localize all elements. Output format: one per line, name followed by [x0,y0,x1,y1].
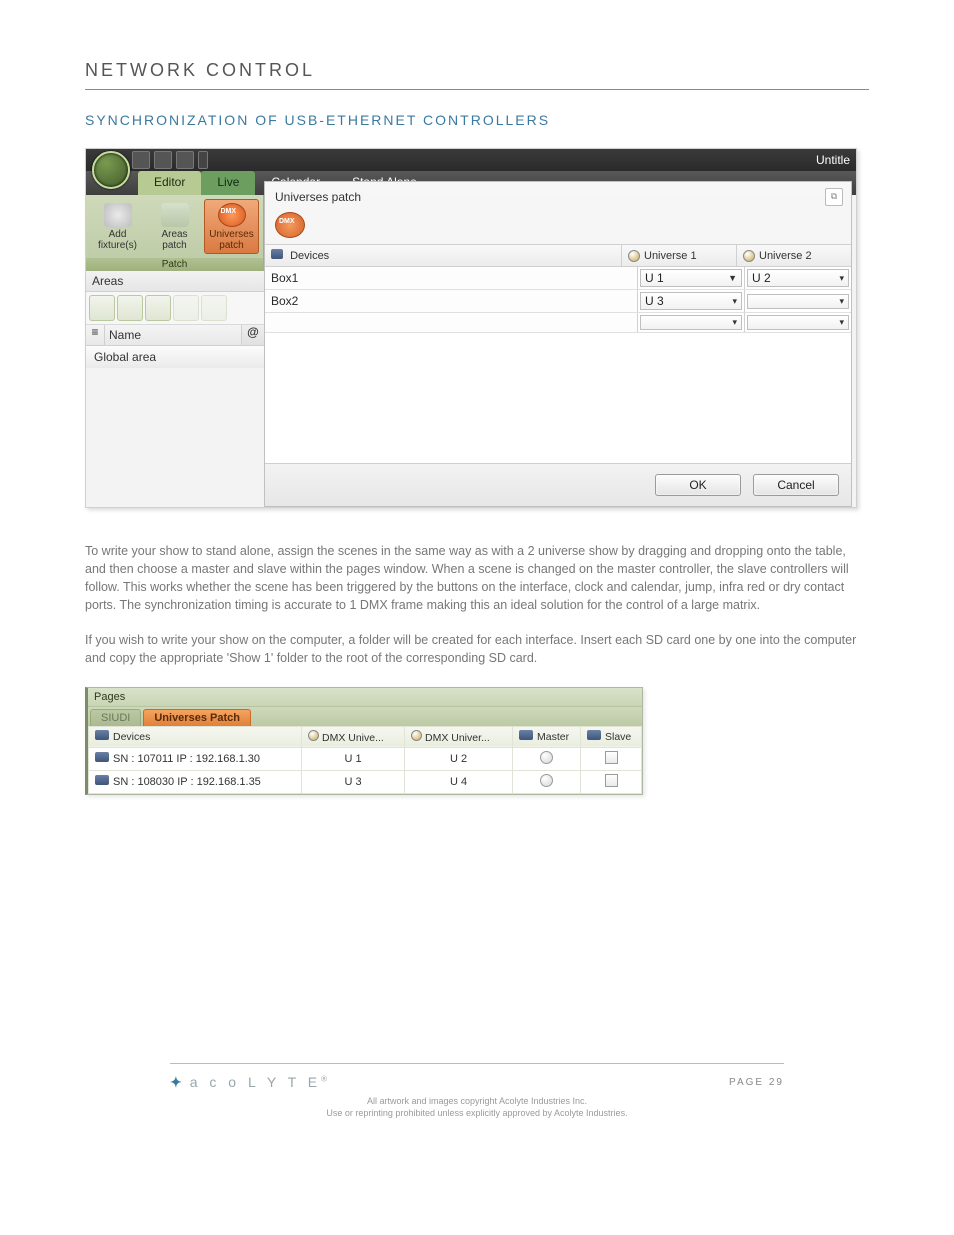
universe-select[interactable]: ▾ [747,315,849,330]
pages-panel-header: Pages [88,688,642,707]
master-radio[interactable] [540,751,553,764]
page-number: PAGE 29 [729,1077,784,1088]
qat-button[interactable] [176,151,194,169]
universes-patch-dialog: Universes patch ⧉ Devices Universe 1 Uni… [264,181,852,507]
dmx-icon [218,203,246,227]
chevron-down-icon: ▼ [728,273,737,283]
dmx-cell: U 3 [302,770,405,793]
universe-icon [628,250,640,262]
universe2-column-header: Universe 2 [759,250,812,262]
dmx-cell: U 4 [405,770,513,793]
areas-down-button[interactable] [201,295,227,321]
qat-button[interactable] [132,151,150,169]
universe-icon [308,730,319,741]
universe-icon [411,730,422,741]
section-title: SYNCHRONIZATION OF USB-ETHERNET CONTROLL… [85,112,869,128]
footer-rule [170,1063,784,1064]
chevron-down-icon: ▾ [732,296,737,307]
areas-panel-header: Areas [86,271,264,292]
slave-checkbox[interactable] [605,774,618,787]
areas-patch-label: Areas patch [161,229,187,251]
window-title: Untitle [816,153,850,167]
master-column-header: Master [537,731,569,743]
chevron-down-icon: ▾ [732,317,737,328]
dmx2-column-header: DMX Univer... [425,732,490,744]
copyright-line: All artwork and images copyright Acolyte… [170,1095,784,1108]
table-row[interactable]: SN : 107011 IP : 192.168.1.30 [89,747,302,770]
universe-select[interactable]: ▾ [747,294,849,309]
universe-icon [743,250,755,262]
qat-button[interactable] [154,151,172,169]
list-icon: ≡ [86,325,105,345]
device-label: SN : 108030 IP : 192.168.1.35 [113,776,261,788]
device-cell: Box1 [265,267,638,289]
areas-patch-icon [161,203,189,227]
master-icon [519,730,533,740]
add-fixtures-label: Add fixture(s) [98,229,137,251]
name-column-header: Name [105,325,241,345]
brand-logo: ✦a c o L Y T E® [170,1074,331,1091]
page-heading: NETWORK CONTROL [85,60,869,81]
ribbon-group-label: Patch [86,258,263,271]
device-icon [95,752,109,762]
universe-select[interactable]: ▾ [640,315,742,330]
universes-patch-label: Universes patch [209,229,253,251]
dmx1-column-header: DMX Unive... [322,732,384,744]
slave-column-header: Slave [605,731,631,743]
copyright-line: Use or reprinting prohibited unless expl… [170,1107,784,1120]
areas-tool-button[interactable] [89,295,115,321]
chevron-down-icon: ▾ [839,273,844,284]
at-column-header: @ [241,325,264,345]
body-paragraph: If you wish to write your show on the co… [85,631,869,667]
tab-siudi[interactable]: SIUDI [90,709,141,726]
tab-live[interactable]: Live [201,171,255,195]
tab-universes-patch[interactable]: Universes Patch [143,709,251,726]
universes-patch-button[interactable]: Universes patch [204,199,259,254]
slave-checkbox[interactable] [605,751,618,764]
areas-tool-button[interactable] [145,295,171,321]
screenshot-pages-panel: Pages SIUDI Universes Patch Devices DMX … [85,687,643,795]
device-label: SN : 107011 IP : 192.168.1.30 [113,753,260,765]
areas-up-button[interactable] [173,295,199,321]
global-area-row[interactable]: Global area [86,346,264,368]
app-orb-button[interactable] [92,151,130,189]
chevron-down-icon: ▾ [839,296,844,307]
quick-access-toolbar [132,151,208,169]
gear-plus-icon [104,203,132,227]
dmx-cell: U 1 [302,747,405,770]
slave-icon [587,730,601,740]
universe-select[interactable]: U 3▾ [640,292,742,310]
device-cell: Box2 [265,290,638,312]
add-fixtures-button[interactable]: Add fixture(s) [90,199,145,254]
device-icon [271,249,283,259]
dmx-cell: U 2 [405,747,513,770]
device-icon [95,730,109,740]
universe1-column-header: Universe 1 [644,250,697,262]
cancel-button[interactable]: Cancel [753,474,839,496]
device-cell [265,313,638,332]
universe-select[interactable]: U 2▾ [747,269,849,287]
chevron-down-icon: ▾ [839,317,844,328]
qat-dropdown[interactable] [198,151,208,169]
device-icon [95,775,109,785]
dialog-title: Universes patch [275,190,361,204]
devices-column-header: Devices [290,250,329,262]
dmx-icon [275,212,305,238]
ok-button[interactable]: OK [655,474,741,496]
devices-column-header: Devices [113,731,150,743]
body-paragraph: To write your show to stand alone, assig… [85,542,869,615]
areas-patch-button[interactable]: Areas patch [147,199,202,254]
table-row[interactable]: SN : 108030 IP : 192.168.1.35 [89,770,302,793]
screenshot-universes-patch: Untitle Editor Live Calendar Stand Alone… [85,148,857,508]
heading-rule [85,89,869,90]
areas-tool-button[interactable] [117,295,143,321]
master-radio[interactable] [540,774,553,787]
tab-editor[interactable]: Editor [138,171,201,195]
universe-select[interactable]: U 1▼ [640,269,742,287]
dialog-options-button[interactable]: ⧉ [825,188,843,206]
